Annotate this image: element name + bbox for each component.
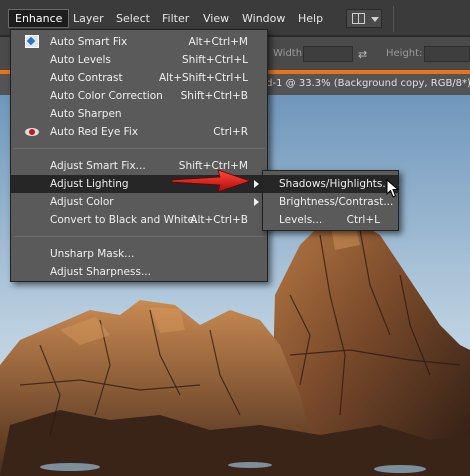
mouse-cursor-icon — [386, 179, 400, 198]
menu-item-unsharp-mask[interactable]: Unsharp Mask... — [11, 245, 267, 263]
document-title: ed-1 @ 33.3% (Background copy, RGB/8*) — [260, 78, 470, 89]
menubar-divider — [393, 6, 394, 32]
swap-icon[interactable]: ⇄ — [358, 48, 367, 61]
chevron-down-icon — [371, 17, 379, 22]
height-field[interactable] — [424, 46, 470, 62]
menu-item-label: Adjust Smart Fix... — [50, 160, 146, 172]
panels-icon — [352, 13, 365, 24]
menu-item-label: Auto Sharpen — [50, 108, 122, 120]
menu-item-auto-contrast[interactable]: Auto Contrast Alt+Shift+Ctrl+L — [11, 69, 267, 87]
menu-layer[interactable]: Layer — [67, 9, 110, 28]
auto-smart-fix-icon — [25, 35, 39, 48]
menu-item-convert-black-white[interactable]: Convert to Black and White... Alt+Ctrl+B — [11, 211, 267, 229]
menu-item-label: Auto Red Eye Fix — [50, 126, 139, 138]
annotation-arrow-icon — [171, 169, 252, 193]
submenu-item-label: Brightness/Contrast... — [279, 196, 394, 208]
menu-item-label: Auto Levels — [50, 54, 111, 66]
menu-item-label: Adjust Lighting — [50, 178, 129, 190]
menu-enhance[interactable]: Enhance — [8, 9, 70, 28]
menu-window[interactable]: Window — [236, 9, 291, 28]
menu-separator — [13, 236, 265, 237]
menu-item-shortcut: Alt+Shift+Ctrl+L — [158, 72, 248, 84]
menu-help[interactable]: Help — [292, 9, 329, 28]
menu-item-shortcut: Ctrl+R — [213, 126, 248, 138]
adjust-lighting-submenu: Shadows/Highlights... Brightness/Contras… — [262, 170, 399, 231]
menu-item-label: Adjust Color — [50, 196, 114, 208]
menu-item-label: Unsharp Mask... — [50, 248, 135, 260]
submenu-item-label: Shadows/Highlights... — [279, 178, 393, 190]
submenu-item-shortcut: Ctrl+L — [346, 214, 380, 226]
menu-item-auto-levels[interactable]: Auto Levels Shift+Ctrl+L — [11, 51, 267, 69]
menu-separator — [13, 148, 265, 149]
submenu-arrow-icon — [254, 180, 259, 188]
menu-item-shortcut: Shift+Ctrl+L — [182, 54, 248, 66]
menu-select[interactable]: Select — [110, 9, 156, 28]
width-label: Width: — [273, 48, 306, 59]
menu-item-auto-red-eye-fix[interactable]: Auto Red Eye Fix Ctrl+R — [11, 123, 267, 141]
menu-item-auto-smart-fix[interactable]: Auto Smart Fix Alt+Ctrl+M — [11, 33, 267, 51]
menu-filter[interactable]: Filter — [156, 9, 195, 28]
menu-item-adjust-sharpness[interactable]: Adjust Sharpness... — [11, 263, 267, 281]
menu-item-shortcut: Shift+Ctrl+B — [180, 90, 248, 102]
submenu-item-levels[interactable]: Levels... Ctrl+L — [263, 211, 398, 229]
menu-item-shortcut: Alt+Ctrl+B — [190, 214, 248, 226]
menu-item-label: Auto Contrast — [50, 72, 123, 84]
menu-item-auto-sharpen[interactable]: Auto Sharpen — [11, 105, 267, 123]
menu-view[interactable]: View — [197, 9, 235, 28]
menu-item-adjust-color[interactable]: Adjust Color — [11, 193, 267, 211]
menu-item-label: Auto Smart Fix — [50, 36, 128, 48]
menu-item-label: Adjust Sharpness... — [50, 266, 151, 278]
menu-item-shortcut: Alt+Ctrl+M — [188, 36, 248, 48]
menu-item-auto-color-correction[interactable]: Auto Color Correction Shift+Ctrl+B — [11, 87, 267, 105]
menu-item-label: Convert to Black and White... — [50, 214, 205, 226]
submenu-arrow-icon — [254, 198, 259, 206]
red-eye-icon — [25, 128, 39, 136]
workspace-mode-button[interactable] — [346, 9, 382, 28]
enhance-menu: Auto Smart Fix Alt+Ctrl+M Auto Levels Sh… — [10, 29, 268, 282]
submenu-item-label: Levels... — [279, 214, 323, 226]
submenu-item-brightness-contrast[interactable]: Brightness/Contrast... — [263, 193, 398, 211]
menu-item-label: Auto Color Correction — [50, 90, 163, 102]
height-label: Height: — [386, 48, 423, 59]
submenu-item-shadows-highlights[interactable]: Shadows/Highlights... — [263, 175, 398, 193]
width-field[interactable] — [303, 46, 353, 62]
